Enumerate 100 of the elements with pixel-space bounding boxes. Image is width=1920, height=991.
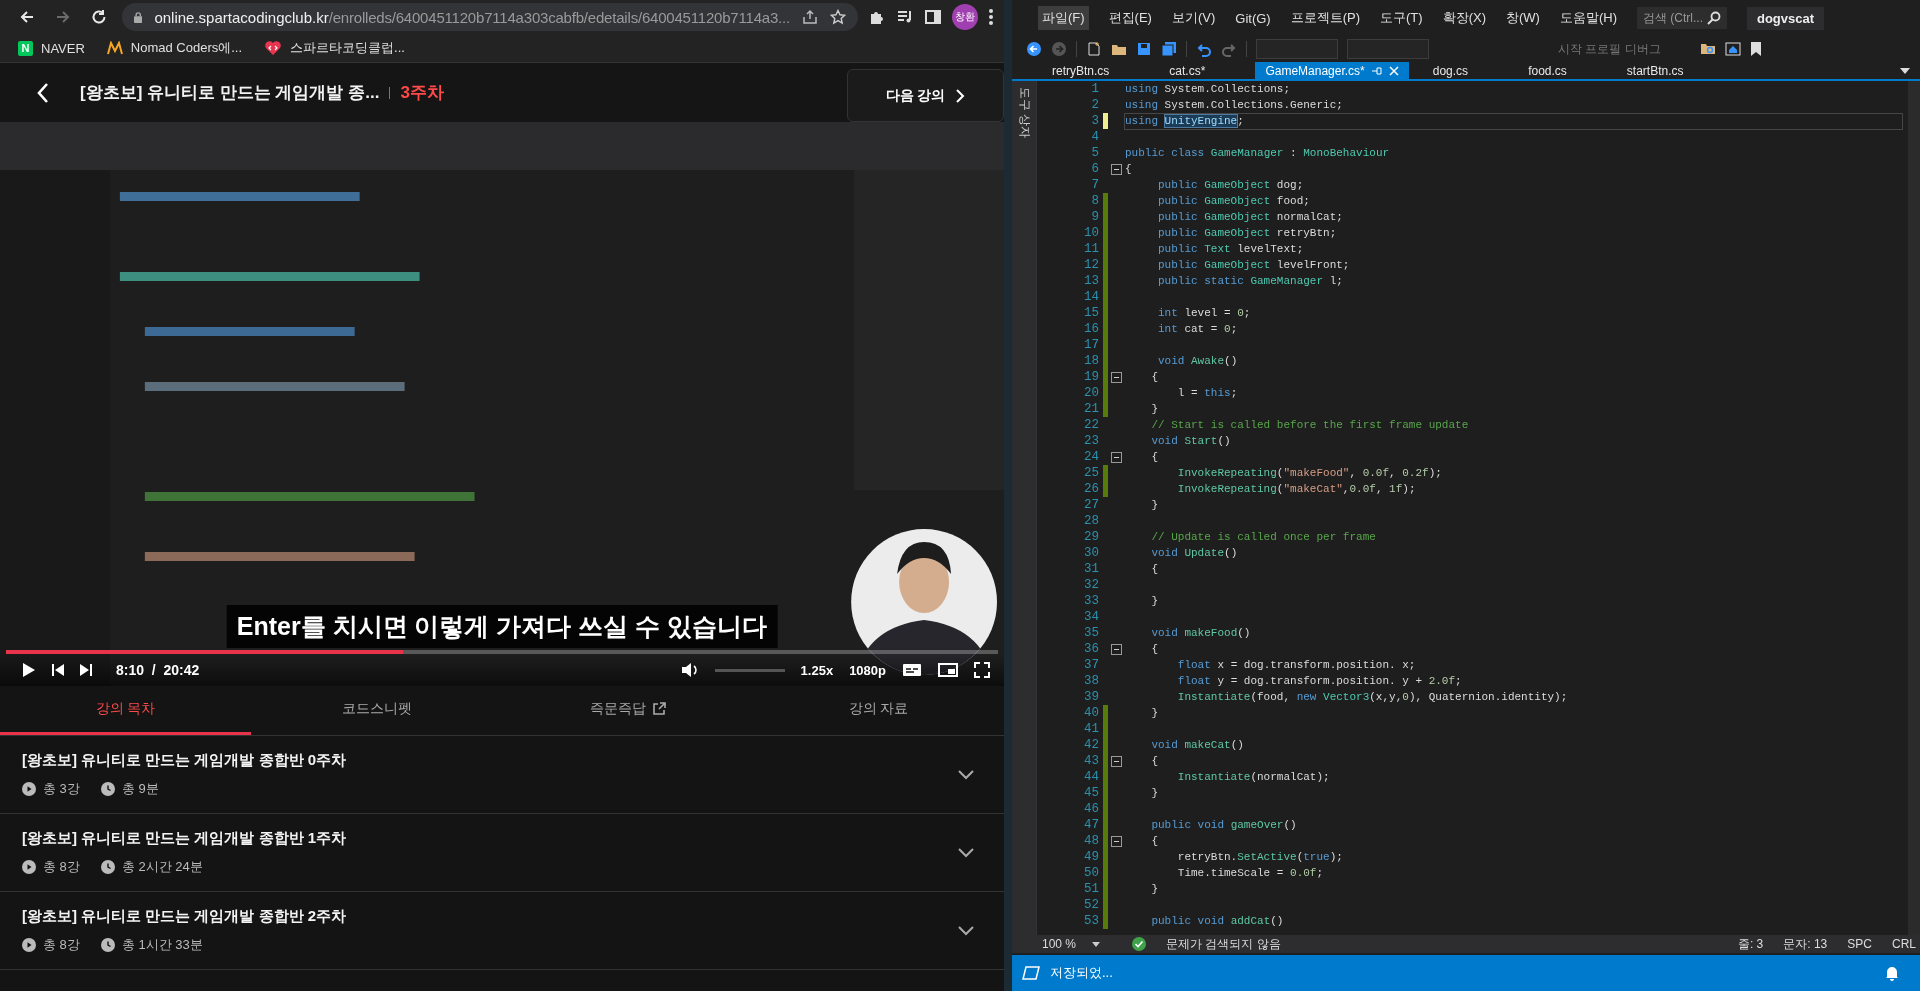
menu-item[interactable]: 창(W)	[1506, 9, 1540, 27]
menu-icon[interactable]	[988, 8, 994, 26]
search-icon	[1706, 11, 1721, 25]
bell-icon[interactable]	[1884, 965, 1900, 981]
collapse-icon[interactable]	[1111, 451, 1122, 463]
chevron-icon[interactable]	[958, 769, 974, 780]
code-line: {	[1150, 833, 1159, 849]
line-number: 46	[1083, 802, 1099, 816]
next-icon[interactable]	[80, 663, 92, 677]
logo-icon	[106, 41, 123, 55]
new-file-icon[interactable]	[1086, 41, 1102, 57]
caret-icon[interactable]	[1900, 67, 1910, 74]
code-line: Instantiate(food, new Vector3(x,y,0), Quaternion.identity);	[1176, 689, 1569, 705]
close-icon[interactable]	[1388, 65, 1399, 76]
section-row[interactable]: [왕초보] 유니티로 만드는 게임개발 종합반 1주차 총 8강 총 2시간 24분	[0, 814, 1004, 892]
back-icon[interactable]	[1026, 41, 1042, 57]
menu-item[interactable]: 도움말(H)	[1559, 9, 1617, 27]
line-number: 32	[1083, 578, 1099, 592]
code-line: void Update()	[1150, 545, 1239, 561]
save-icon[interactable]	[1136, 41, 1152, 57]
menu-item[interactable]: 프로젝트(P)	[1290, 9, 1361, 27]
search-field[interactable]: 검색 (Ctrl...	[1636, 7, 1727, 29]
code-line: public GameObject retryBtn;	[1157, 225, 1338, 241]
chevron-icon[interactable]	[958, 925, 974, 936]
menu-item[interactable]: 파일(F)	[1038, 6, 1089, 30]
section-row[interactable]: [왕초보] 유니티로 만드는 게임개발 종합반 2주차 총 8강 총 1시간 33분	[0, 892, 1004, 970]
code-line: {	[1125, 161, 1133, 177]
line-number: 27	[1083, 498, 1099, 512]
back-icon[interactable]	[36, 81, 50, 104]
status-icon	[1022, 966, 1040, 980]
lecture-tab[interactable]: 즉문즉답	[502, 686, 753, 735]
bookmark-link[interactable]: 스파르타코딩클럽...	[264, 39, 405, 57]
sidebar-icon[interactable]	[924, 8, 942, 26]
file-tab[interactable]: retryBtn.cs	[1042, 62, 1120, 79]
bookmark-link[interactable]: N NAVER	[18, 40, 85, 56]
scrollbar[interactable]	[1908, 81, 1920, 935]
share-icon[interactable]	[802, 9, 818, 25]
previous-icon[interactable]	[52, 663, 64, 677]
menu-item[interactable]: Git(G)	[1235, 10, 1271, 26]
column-indicator: 문자: 13	[1783, 935, 1828, 953]
collapse-icon[interactable]	[1111, 835, 1122, 847]
home-icon[interactable]	[1724, 41, 1741, 57]
redo-icon[interactable]	[1221, 41, 1237, 57]
menu-item[interactable]: 도구(T)	[1380, 9, 1423, 27]
line-number: 5	[1090, 146, 1099, 160]
menu-item[interactable]: 보기(V)	[1171, 9, 1216, 27]
file-tab[interactable]: food.cs	[1518, 62, 1577, 79]
code-line: public class GameManager : MonoBehaviour	[1125, 145, 1391, 161]
bookmark-link[interactable]: Nomad Coders에...	[106, 39, 243, 57]
collapse-icon[interactable]	[1111, 643, 1122, 655]
pip-icon[interactable]	[938, 663, 958, 677]
pin-icon[interactable]	[1370, 65, 1383, 76]
next-lesson-button[interactable]: 다음 강의	[847, 69, 1004, 122]
profile-avatar[interactable]: 창환	[952, 4, 978, 30]
menu-item[interactable]: 편집(E)	[1108, 9, 1152, 27]
zoom-dropdown[interactable]: 100 %	[1042, 937, 1101, 951]
undo-icon[interactable]	[1196, 41, 1212, 57]
folder-search-icon[interactable]	[1699, 41, 1716, 57]
code-line: float x = dog.transform.position. x;	[1176, 657, 1417, 673]
collapse-icon[interactable]	[1111, 755, 1122, 767]
fullscreen-icon[interactable]	[974, 662, 990, 678]
menu-item[interactable]: 확장(X)	[1442, 9, 1486, 27]
lecture-tab[interactable]: 강의 자료	[753, 686, 1004, 735]
line-number: 13	[1083, 274, 1099, 288]
lecture-tab[interactable]: 코드스니펫	[251, 686, 502, 735]
file-tab[interactable]: GameManager.cs*	[1255, 62, 1409, 79]
volume-slider[interactable]	[714, 668, 785, 672]
code-line: using System.Collections;	[1125, 81, 1292, 97]
volume-icon[interactable]	[680, 662, 699, 678]
file-tab[interactable]: startBtn.cs	[1616, 62, 1694, 79]
play-icon[interactable]	[22, 662, 36, 678]
line-number: 4	[1090, 130, 1099, 144]
code-line: public void gameOver()	[1150, 817, 1298, 833]
lecture-tab[interactable]: 강의 목차	[0, 686, 251, 735]
line-number: 53	[1083, 914, 1099, 928]
bookmark-icon[interactable]	[1749, 41, 1762, 57]
code-line: }	[1150, 881, 1159, 897]
code-line: {	[1150, 369, 1159, 385]
play-circle-icon	[22, 860, 36, 874]
issues-label[interactable]: 문제가 검색되지 않음	[1166, 935, 1281, 953]
progress-track[interactable]	[6, 650, 998, 654]
captions-icon[interactable]	[902, 663, 922, 677]
code-line: Instantiate(normalCat);	[1176, 769, 1331, 785]
debug-target-button[interactable]: 시작 프로필 디버그	[1558, 40, 1661, 58]
save-all-icon[interactable]	[1161, 41, 1177, 57]
line-number: 39	[1083, 690, 1099, 704]
collapse-icon[interactable]	[1111, 163, 1122, 175]
code-line: l = this;	[1176, 385, 1239, 401]
toolbox-tab[interactable]: 도구 상자	[1015, 87, 1033, 139]
speed-label[interactable]: 1.25x	[800, 662, 834, 678]
section-row[interactable]: [왕초보] 유니티로 만드는 게임개발 종합반 0주차 총 3강 총 9분	[0, 736, 1004, 814]
collapse-icon[interactable]	[1111, 371, 1122, 383]
chevron-icon[interactable]	[958, 847, 974, 858]
code-line: }	[1150, 705, 1159, 721]
star-icon[interactable]	[830, 9, 846, 25]
file-tab[interactable]: cat.cs*	[1159, 62, 1216, 79]
file-tab[interactable]: dog.cs	[1422, 62, 1479, 79]
quality-label[interactable]: 1080p	[849, 662, 886, 678]
lesson-count: 총 3강	[43, 780, 80, 798]
address-field[interactable]: online.spartacodingclub.kr/enrolleds/6400451120b7114a303cabfb/edetails/6400451120b7114a3...	[122, 3, 858, 31]
